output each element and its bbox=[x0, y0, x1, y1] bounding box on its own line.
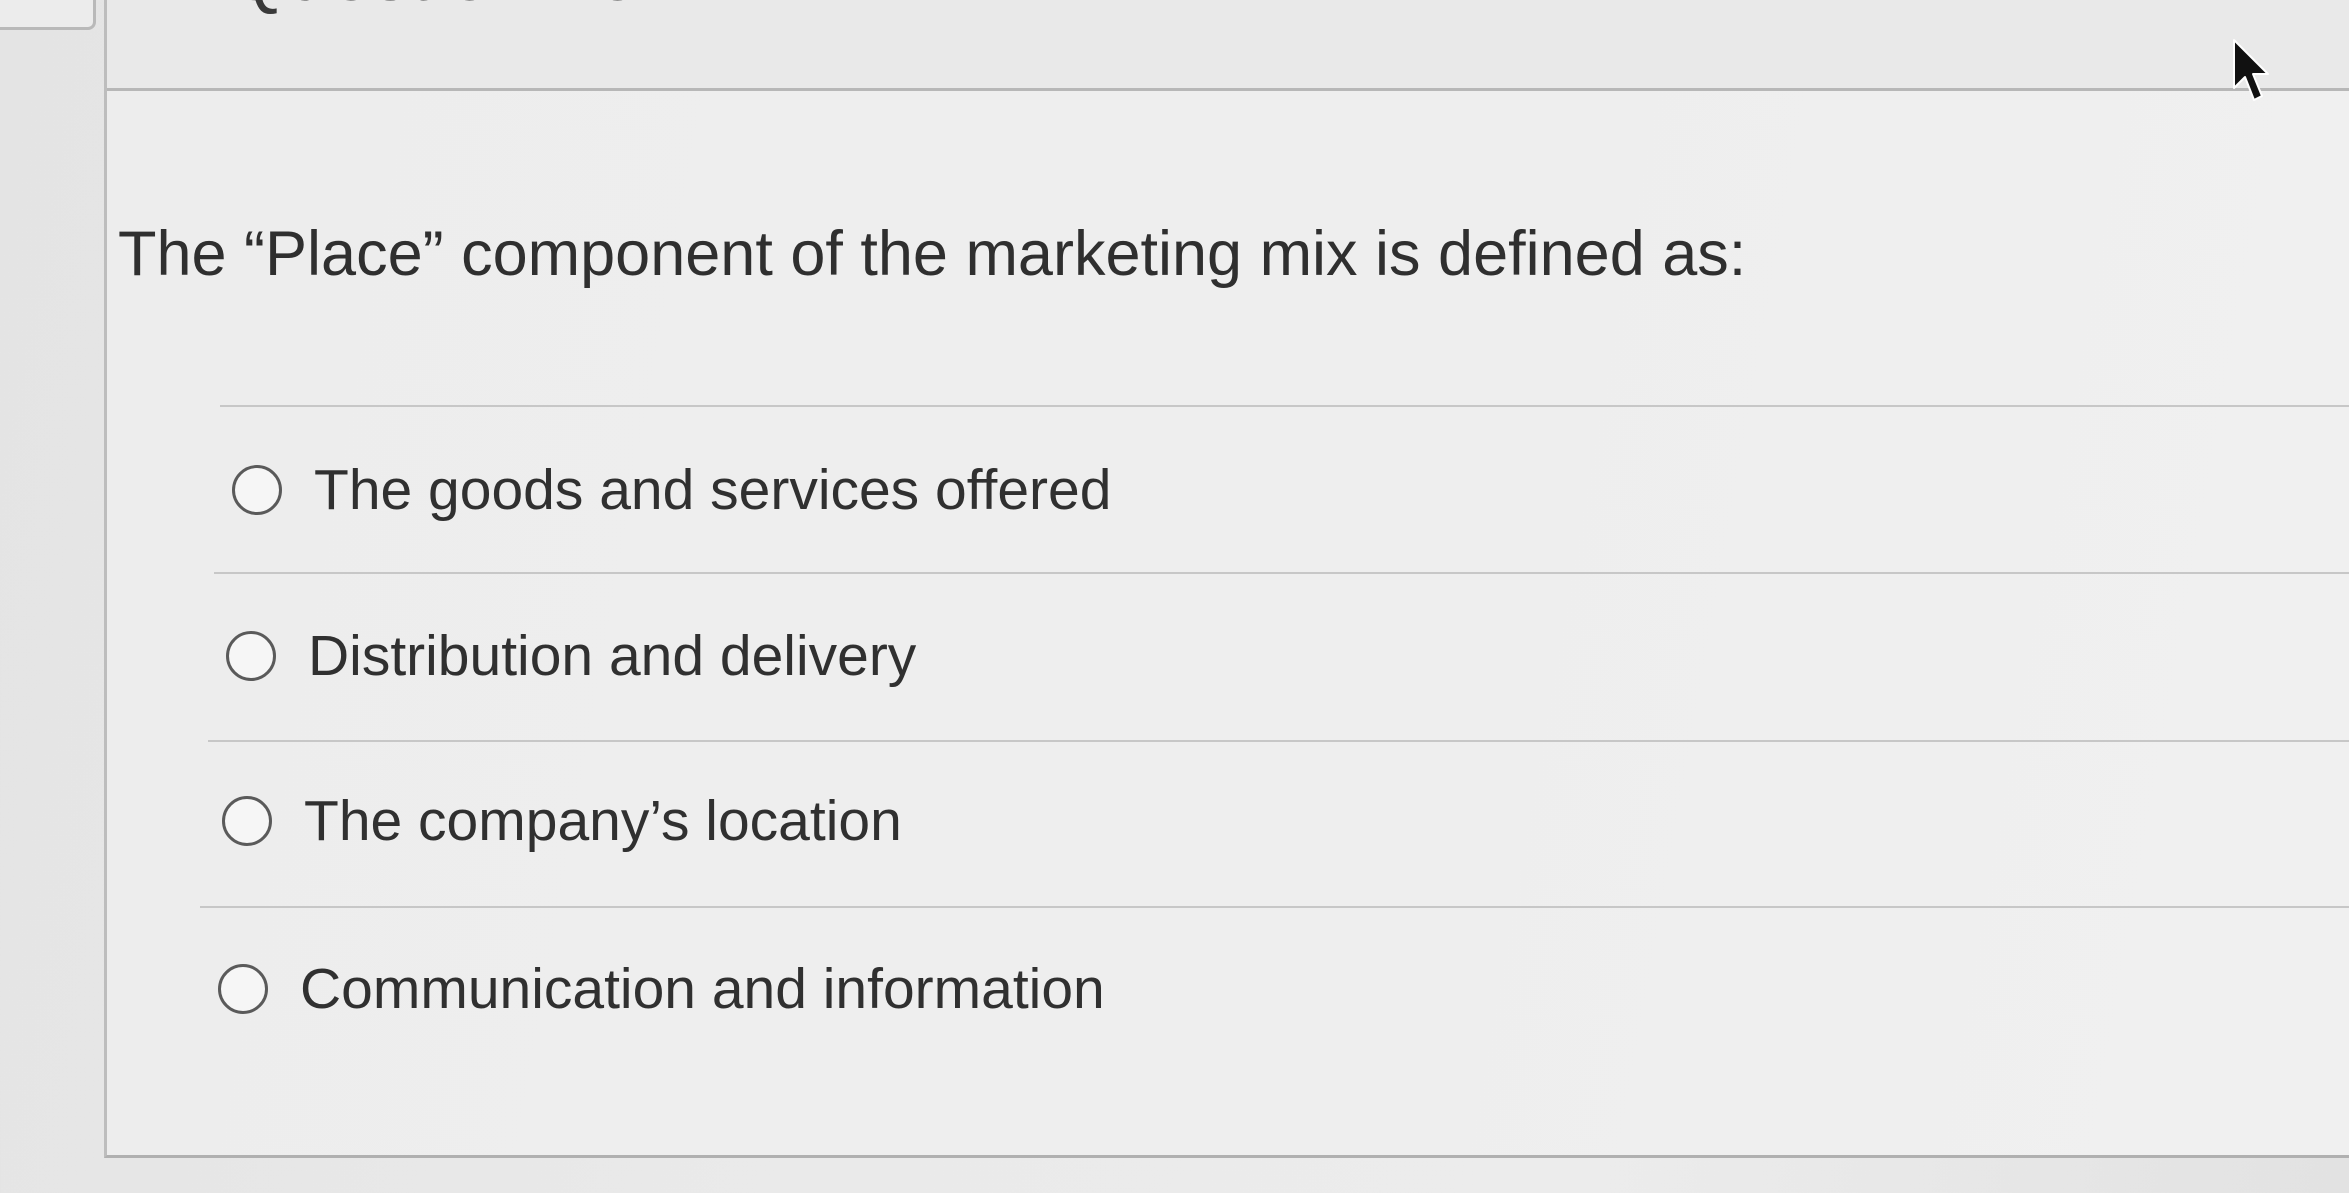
divider bbox=[220, 405, 2349, 407]
answer-option-1[interactable]: The goods and services offered bbox=[232, 440, 1111, 540]
divider bbox=[214, 572, 2349, 574]
mouse-pointer-icon bbox=[2233, 39, 2269, 101]
answer-label: The goods and services offered bbox=[314, 458, 1112, 522]
question-prompt: The “Place” component of the marketing m… bbox=[118, 219, 1747, 289]
radio-button[interactable] bbox=[232, 465, 282, 515]
radio-button[interactable] bbox=[218, 964, 268, 1014]
answer-label: Distribution and delivery bbox=[308, 624, 917, 688]
answer-option-3[interactable]: The company’s location bbox=[222, 771, 902, 871]
divider bbox=[200, 906, 2349, 908]
question-number: Question 18 bbox=[229, 0, 639, 17]
answer-option-4[interactable]: Communication and information bbox=[218, 939, 1105, 1039]
answer-option-2[interactable]: Distribution and delivery bbox=[226, 606, 916, 706]
divider bbox=[208, 740, 2349, 742]
previous-question-checkbox[interactable] bbox=[0, 0, 96, 30]
answer-label: Communication and information bbox=[300, 957, 1105, 1021]
answer-label: The company’s location bbox=[304, 789, 902, 853]
radio-button[interactable] bbox=[226, 631, 276, 681]
radio-button[interactable] bbox=[222, 796, 272, 846]
question-header: Question 18 bbox=[107, 0, 2349, 91]
